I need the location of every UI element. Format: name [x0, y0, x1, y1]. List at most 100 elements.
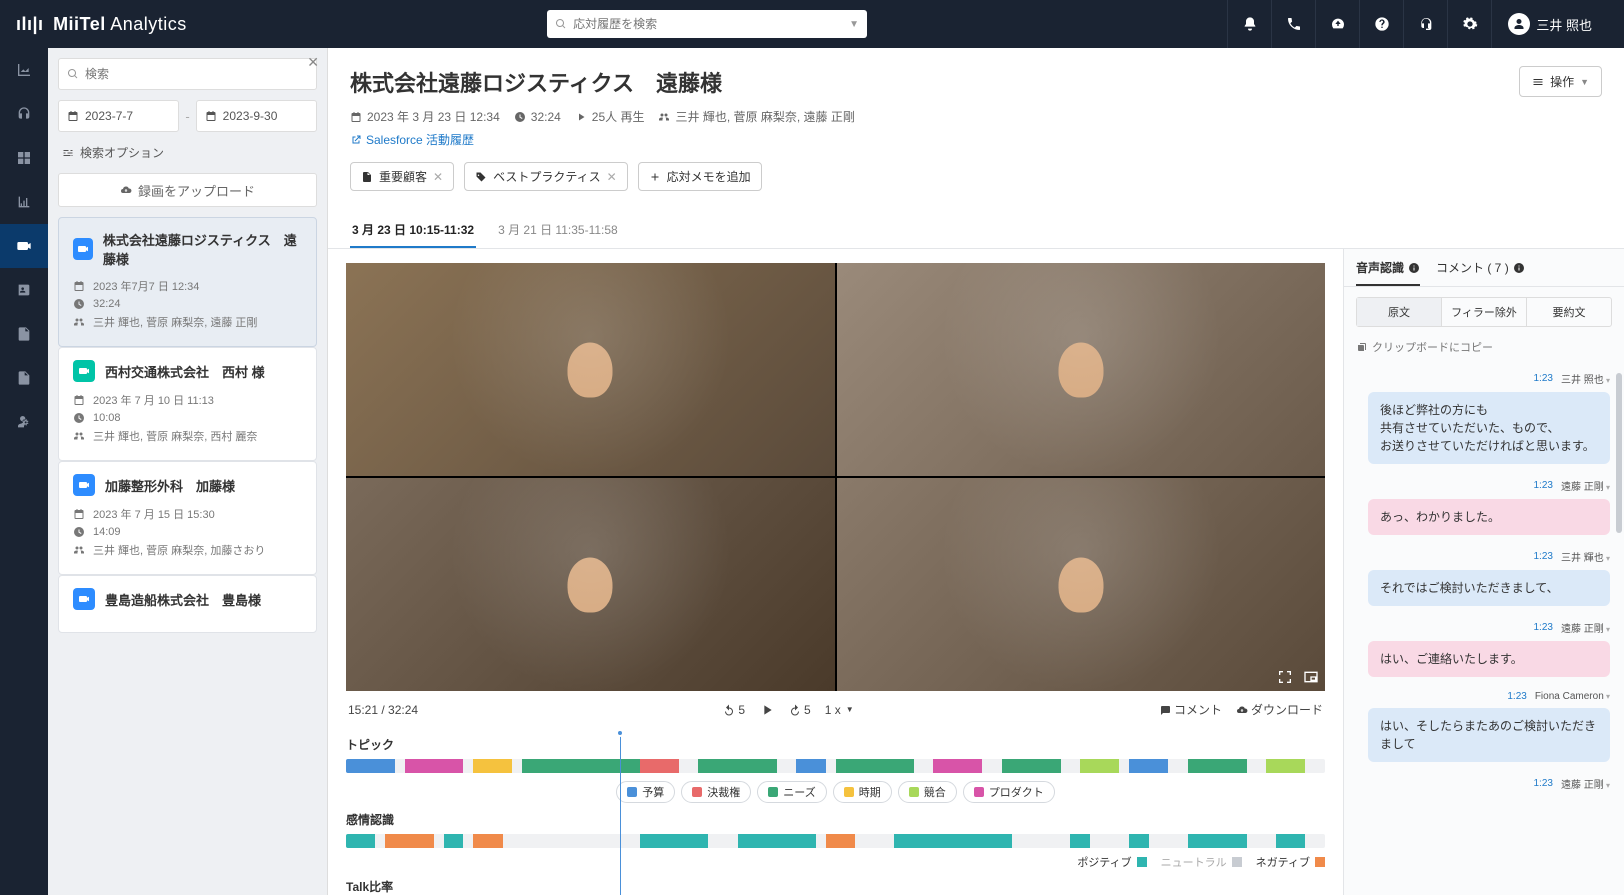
topic-label: トピック [346, 736, 1325, 753]
remove-tag-button[interactable]: ✕ [607, 170, 617, 184]
transcript-speaker[interactable]: Fiona Cameron [1535, 691, 1610, 702]
transcript-message[interactable]: はい、そしたらまたあのご検討いただきまして [1368, 708, 1610, 762]
scrollbar[interactable] [1616, 373, 1622, 533]
nav-reports[interactable] [0, 180, 48, 224]
tab-comments[interactable]: コメント ( 7 ) [1436, 259, 1525, 286]
remove-tag-button[interactable]: ✕ [433, 170, 443, 184]
meta-plays: 25人 再生 [575, 108, 645, 125]
forward-button[interactable]: 5 [789, 703, 811, 717]
participant-tile[interactable] [837, 478, 1326, 691]
teal-icon [73, 360, 95, 382]
topic-legend-item[interactable]: 時期 [833, 781, 892, 803]
transcript-sub-tab[interactable]: 要約文 [1526, 298, 1611, 326]
list-search-input[interactable] [85, 67, 308, 81]
nav-calls[interactable] [0, 92, 48, 136]
operate-button[interactable]: 操作 ▼ [1519, 66, 1602, 97]
transcript-timestamp[interactable]: 1:23 [1534, 373, 1553, 384]
nav-clipboard[interactable] [0, 312, 48, 356]
topic-legend-item[interactable]: プロダクト [963, 781, 1055, 803]
transcript-speaker[interactable]: 三井 照也 [1561, 371, 1610, 386]
topic-legend-item[interactable]: 決裁権 [681, 781, 751, 803]
conversation-card[interactable]: 加藤整形外科 加藤様2023 年 7 月 15 日 15:3014:09三井 輝… [58, 461, 317, 575]
speed-button[interactable]: 1 x▼ [825, 703, 854, 717]
pip-icon[interactable] [1303, 669, 1319, 685]
participant-tile[interactable] [346, 478, 835, 691]
date-to-input[interactable]: 2023-9-30 [196, 100, 317, 132]
page-title: 株式会社遠藤ロジスティクス 遠藤様 [350, 66, 1505, 98]
close-list-button[interactable]: ✕ [307, 54, 319, 71]
global-search[interactable]: ▼ [547, 10, 867, 38]
download-button[interactable]: ダウンロード [1236, 701, 1323, 718]
topic-legend-item[interactable]: ニーズ [757, 781, 826, 803]
support-button[interactable] [1403, 0, 1447, 48]
topic-track[interactable] [346, 759, 1325, 773]
nav-analytics[interactable] [0, 48, 48, 92]
transcript-message[interactable]: あっ、わかりました。 [1368, 499, 1610, 535]
conversation-card[interactable]: 豊島造船株式会社 豊島様 [58, 575, 317, 633]
conversation-card[interactable]: 西村交通株式会社 西村 様2023 年 7 月 10 日 11:1310:08三… [58, 347, 317, 461]
rewind-button[interactable]: 5 [723, 703, 745, 717]
nav-docs[interactable] [0, 356, 48, 400]
copy-to-clipboard[interactable]: クリップボードにコピー [1344, 337, 1624, 363]
transcript-timestamp[interactable]: 1:23 [1507, 691, 1526, 702]
topic-legend-item[interactable]: 競合 [898, 781, 957, 803]
calendar-icon [67, 110, 79, 122]
meta-date: 2023 年 3 月 23 日 12:34 [350, 108, 500, 125]
notifications-button[interactable] [1227, 0, 1271, 48]
emotion-track[interactable] [346, 834, 1325, 848]
search-icon [67, 68, 79, 80]
user-name: 三井 照也 [1536, 15, 1592, 34]
chevron-down-icon: ▼ [849, 19, 859, 30]
transcript-speaker[interactable]: 遠藤 正剛 [1561, 620, 1610, 635]
play-button[interactable] [759, 702, 775, 718]
nav-grid[interactable] [0, 136, 48, 180]
transcript-sub-tab[interactable]: フィラー除外 [1441, 298, 1526, 326]
transcript-message[interactable]: 後ほど弊社の方にも 共有させていただいた、もので、 お送りさせていただければと思… [1368, 392, 1610, 464]
topic-legend-item[interactable]: 予算 [616, 781, 675, 803]
transcript-speaker[interactable]: 遠藤 正剛 [1561, 776, 1610, 791]
conversation-list-pane: ✕ 2023-7-7 - 2023-9-30 検索オプション [48, 48, 328, 895]
settings-button[interactable] [1447, 0, 1491, 48]
list-search[interactable] [58, 58, 317, 90]
user-menu[interactable]: 三井 照也 [1491, 0, 1608, 48]
session-tab[interactable]: 3 月 23 日 10:15-11:32 [350, 213, 476, 248]
tag-important-customer[interactable]: 重要顧客 ✕ [350, 162, 454, 191]
comment-button[interactable]: コメント [1159, 701, 1222, 718]
participant-tile[interactable] [837, 263, 1326, 476]
transcript-timestamp[interactable]: 1:23 [1534, 480, 1553, 491]
transcript-timestamp[interactable]: 1:23 [1534, 622, 1553, 633]
conversation-card[interactable]: 株式会社遠藤ロジスティクス 遠藤様2023 年7月7 日 12:3432:24三… [58, 217, 317, 347]
transcript-speaker[interactable]: 三井 輝也 [1561, 549, 1610, 564]
emotion-label: 感情認識 [346, 811, 1325, 828]
transcript-timestamp[interactable]: 1:23 [1534, 778, 1553, 789]
transcript-sub-tab[interactable]: 原文 [1357, 298, 1441, 326]
dashboard-button[interactable] [1315, 0, 1359, 48]
fullscreen-icon[interactable] [1277, 669, 1293, 685]
date-from-input[interactable]: 2023-7-7 [58, 100, 179, 132]
salesforce-link[interactable]: Salesforce 活動履歴 [350, 131, 1505, 148]
plus-icon [649, 171, 661, 183]
nav-video[interactable] [0, 224, 48, 268]
transcript-message[interactable]: それではご検討いただきまして、 [1368, 570, 1610, 606]
tag-best-practice[interactable]: ベストプラクティス ✕ [464, 162, 628, 191]
talk-ratio-label: Talk比率 [346, 878, 1325, 895]
tab-speech-recognition[interactable]: 音声認識 [1356, 259, 1420, 286]
global-search-input[interactable] [573, 17, 849, 31]
nav-admin[interactable] [0, 400, 48, 444]
meta-people: 三井 輝也, 菅原 麻梨奈, 遠藤 正剛 [658, 108, 854, 125]
transcript-message[interactable]: はい、ご連絡いたします。 [1368, 641, 1610, 677]
transcript-speaker[interactable]: 遠藤 正剛 [1561, 478, 1610, 493]
participant-tile[interactable] [346, 263, 835, 476]
search-icon [555, 18, 567, 30]
upload-recording-button[interactable]: 録画をアップロード [58, 173, 317, 207]
help-button[interactable] [1359, 0, 1403, 48]
session-tab[interactable]: 3 月 21 日 11:35-11:58 [496, 213, 620, 248]
info-icon [1408, 262, 1420, 274]
add-memo-button[interactable]: 応対メモを追加 [638, 162, 762, 191]
zoom-icon [73, 238, 93, 260]
phone-button[interactable] [1271, 0, 1315, 48]
player-time: 15:21 / 32:24 [348, 703, 418, 717]
transcript-timestamp[interactable]: 1:23 [1534, 551, 1553, 562]
search-options-toggle[interactable]: 検索オプション [58, 142, 317, 163]
nav-contacts[interactable] [0, 268, 48, 312]
